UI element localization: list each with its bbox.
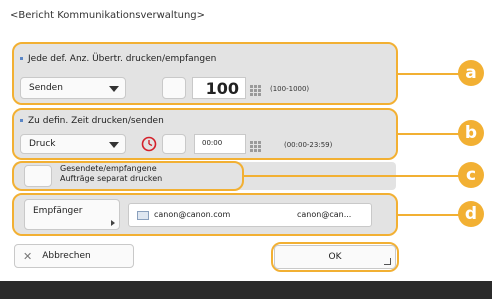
separate-print-label-line2: Aufträge separat drucken [60,174,163,183]
address-book-icon [137,211,149,220]
chevron-down-icon [109,86,119,92]
keypad-toggle-a[interactable] [162,77,186,99]
triangle-right-icon [111,220,115,226]
count-input[interactable]: 100 [192,77,246,99]
recipient-address: canon@can... [297,210,352,219]
connector-a [398,73,460,75]
connector-d [398,214,460,216]
time-input[interactable]: 00:00 [194,134,246,154]
cancel-button[interactable]: ✕ Abbrechen [14,244,134,268]
recipient-list-field[interactable]: canon@canon.com canon@can... [128,203,372,227]
mode-dropdown-b[interactable]: Druck [20,134,126,154]
ok-label: OK [328,252,342,262]
mode-dropdown-b-value: Druck [29,139,56,149]
time-value: 00:00 [202,139,223,147]
recipient-button[interactable]: Empfänger [24,199,120,230]
close-icon: ✕ [23,249,33,263]
separate-print-label: Gesendete/empfangene Aufträge separat dr… [60,164,162,184]
bullet-icon [20,119,23,122]
recipient-button-label: Empfänger [33,206,83,216]
connector-c [244,175,460,177]
separate-print-checkbox[interactable] [24,165,52,187]
cancel-label: Abbrechen [42,251,91,261]
recipient-name: canon@canon.com [154,210,231,219]
callout-badge-a: a [458,60,484,86]
ok-button[interactable]: OK [274,245,396,269]
mode-dropdown-a[interactable]: Senden [20,77,126,99]
callout-badge-c: c [458,162,484,188]
corner-indicator-icon [384,258,391,265]
section-b-label: Zu defin. Zeit drucken/senden [20,116,164,126]
keypad-toggle-b[interactable] [162,134,186,154]
callout-badge-b: b [458,120,484,146]
keypad-icon[interactable] [250,138,262,152]
footer-bar [0,281,492,299]
bullet-icon [20,57,23,60]
connector-b [398,133,460,135]
callout-badge-d: d [458,201,484,227]
count-value: 100 [205,79,239,98]
mode-dropdown-a-value: Senden [29,83,63,93]
section-a-label: Jede def. Anz. Übertr. drucken/empfangen [20,54,216,64]
time-range: (00:00-23:59) [284,141,333,149]
count-range: (100-1000) [270,85,310,93]
separate-print-label-line1: Gesendete/empfangene [60,164,157,173]
clock-icon [141,136,157,152]
chevron-down-icon [109,142,119,148]
keypad-icon[interactable] [250,82,262,96]
page-title: <Bericht Kommunikationsverwaltung> [10,10,206,21]
